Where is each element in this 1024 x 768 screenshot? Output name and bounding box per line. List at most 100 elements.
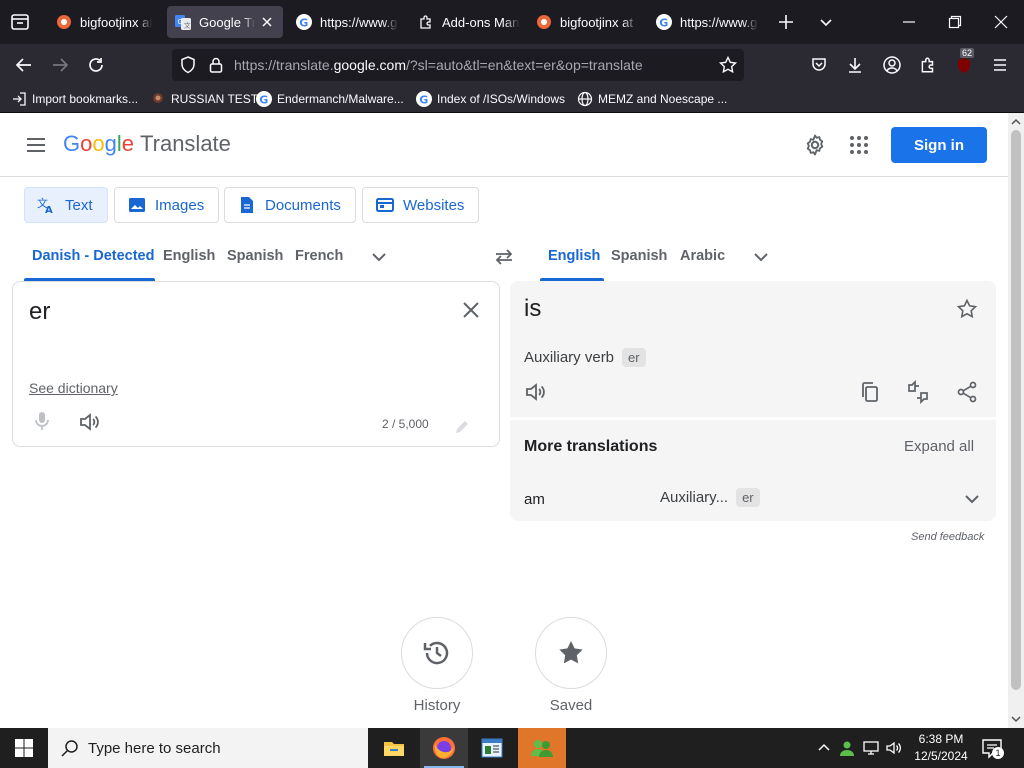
source-word-chip: er [622,348,646,367]
account-button[interactable] [880,53,904,77]
svg-text:G: G [419,93,428,106]
site-header: Google Translate Sign in [0,113,1008,177]
scroll-up-arrow-icon[interactable] [1011,117,1021,127]
microphone-icon[interactable] [31,410,53,432]
start-button[interactable] [0,728,48,768]
see-dictionary-link[interactable]: See dictionary [29,380,118,396]
logo-product-name: Translate [140,131,231,156]
svg-text:G: G [299,16,308,29]
notification-center-button[interactable]: 1 [980,736,1004,760]
source-lang-more-chevron-down-icon[interactable] [369,247,389,267]
account-icon [883,56,901,74]
list-all-tabs-button[interactable] [814,10,838,34]
taskbar-app-window[interactable] [468,728,516,768]
url-domain: google.com [333,57,406,73]
page-scrollbar[interactable] [1008,113,1024,728]
bookmark-import[interactable]: Import bookmarks... [11,90,138,108]
firefox-view-button[interactable] [8,10,32,34]
pencil-edit-icon[interactable] [453,418,471,436]
taskbar-firefox[interactable] [420,728,468,768]
scroll-down-arrow-icon[interactable] [1011,714,1021,724]
saved-label: Saved [549,697,593,714]
expand-alt-chevron-down-icon[interactable] [961,488,983,510]
copy-icon[interactable] [858,380,882,404]
main-menu-icon[interactable] [24,133,48,157]
website-icon [376,198,394,212]
tab-addons-manager[interactable]: Add-ons Manager [410,6,528,38]
send-feedback-link[interactable]: Send feedback [911,531,984,543]
tab-google-2[interactable]: G https://www.google.com [648,6,766,38]
mode-images-button[interactable]: Images [114,187,220,223]
save-translation-star-icon[interactable] [956,298,978,320]
url-bar[interactable]: https://translate.google.com/?sl=auto&tl… [172,49,744,81]
tab-google-1[interactable]: G https://www.google.com [288,6,406,38]
bookmark-endermanch[interactable]: G Endermanch/Malware... [256,90,404,108]
extensions-button[interactable] [916,53,940,77]
bookmark-label: Endermanch/Malware... [277,92,404,106]
app-menu-button[interactable] [988,53,1012,77]
swap-languages-icon[interactable] [493,246,515,268]
source-lang-french[interactable]: French [295,248,343,264]
listen-translation-speaker-icon[interactable] [524,380,548,404]
hamburger-menu-icon [994,59,1006,71]
pocket-button[interactable] [807,53,831,77]
downloads-button[interactable] [843,53,867,77]
history-button[interactable] [401,617,473,689]
search-icon [61,740,78,757]
tab-title: https://www.google.com [680,14,758,30]
tray-volume[interactable] [884,738,904,758]
mode-documents-button[interactable]: Documents [224,187,356,223]
share-icon[interactable] [955,380,979,404]
listen-speaker-icon[interactable] [78,410,102,434]
tab-google-translate[interactable]: G文 Google Translate [167,6,283,38]
source-text-input[interactable]: er [29,298,50,326]
scrollbar-thumb[interactable] [1011,130,1021,690]
volume-icon [886,741,901,755]
taskbar-active-app[interactable] [518,728,566,768]
reload-button[interactable] [84,53,108,77]
forward-button[interactable] [48,53,72,77]
source-lang-english[interactable]: English [163,248,215,264]
close-window-button[interactable] [989,10,1013,34]
ublock-extension-button[interactable]: 62 [952,48,976,77]
target-lang-spanish[interactable]: Spanish [611,248,667,264]
mode-text-button[interactable]: 文A Text [24,187,108,223]
tray-users-app[interactable] [837,738,857,758]
source-text-panel: er See dictionary 2 / 5,000 [12,281,500,447]
url-text[interactable]: https://translate.google.com/?sl=auto&tl… [234,57,643,73]
taskbar-clock[interactable]: 6:38 PM 12/5/2024 [910,731,972,765]
back-button[interactable] [12,53,36,77]
tray-network[interactable] [861,738,881,758]
rate-translation-icon[interactable] [906,380,930,404]
new-tab-button[interactable] [774,10,798,34]
mode-websites-button[interactable]: Websites [362,187,480,223]
expand-all-button[interactable]: Expand all [904,438,974,455]
bookmark-russian-test[interactable]: RUSSIAN TEST [150,90,258,108]
source-lang-spanish[interactable]: Spanish [227,248,283,264]
google-translate-logo[interactable]: Google Translate [63,131,231,157]
logo-letter: o [92,131,105,156]
clear-source-close-icon[interactable] [460,299,482,321]
taskbar-search-box[interactable]: Type here to search [48,728,368,768]
taskbar-file-explorer[interactable] [370,728,418,768]
show-hidden-icons-button[interactable] [814,738,834,758]
source-lang-detected[interactable]: Danish - Detected [32,248,154,264]
bookmark-isos[interactable]: G Index of /ISOs/Windows [416,90,565,108]
extension-badge: 62 [960,48,975,58]
target-lang-more-chevron-down-icon[interactable] [751,247,771,267]
saved-button[interactable] [535,617,607,689]
close-tab-icon[interactable] [259,14,275,30]
tab-bigfootjinx-2[interactable]: bigfootjinx at DeviantArt [528,6,646,38]
tab-bigfootjinx-1[interactable]: bigfootjinx at DeviantArt [48,6,160,38]
settings-gear-icon[interactable] [803,133,827,157]
minimize-button[interactable] [897,10,921,34]
shield-icon[interactable] [178,55,198,75]
target-lang-english[interactable]: English [548,248,600,264]
sign-in-button[interactable]: Sign in [891,127,987,163]
bookmark-star-icon[interactable] [718,55,738,75]
apps-grid-icon[interactable] [847,133,871,157]
bookmark-memz[interactable]: MEMZ and Noescape ... [577,90,727,108]
lock-icon[interactable] [206,55,226,75]
restore-button[interactable] [943,10,967,34]
target-lang-arabic[interactable]: Arabic [680,248,725,264]
